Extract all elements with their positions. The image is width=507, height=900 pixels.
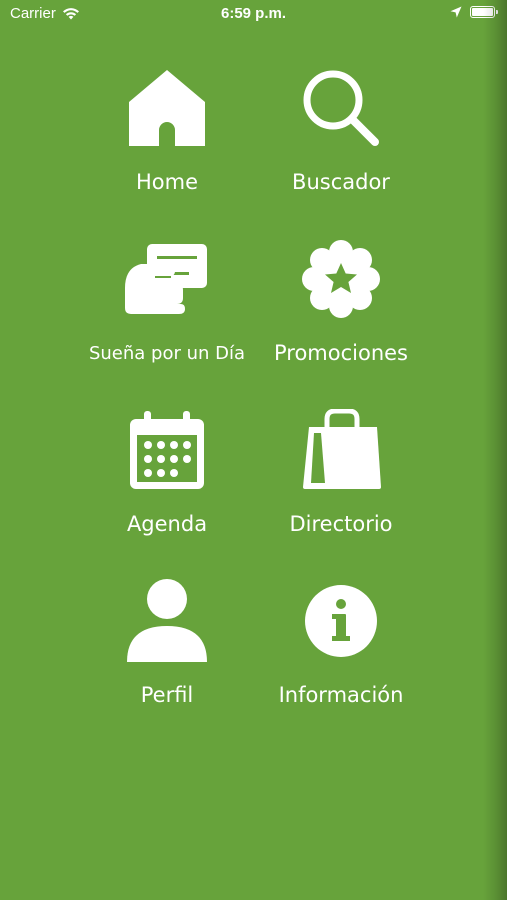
shopping-bag-icon [296, 402, 386, 498]
calendar-icon [122, 402, 212, 498]
menu-item-promociones[interactable]: Promociones [254, 231, 428, 402]
menu-item-buscador[interactable]: Buscador [254, 60, 428, 231]
menu-label-suena-por-un-dia: Sueña por un Día [88, 343, 246, 364]
menu-label-promociones: Promociones [273, 341, 409, 365]
location-arrow-icon [450, 6, 462, 18]
menu-label-agenda: Agenda [126, 512, 208, 536]
star-badge-icon [296, 231, 386, 327]
menu-grid: Home Buscador Sueña por un Día Promocion… [80, 60, 428, 744]
menu-label-directorio: Directorio [289, 512, 393, 536]
menu-item-suena-por-un-dia[interactable]: Sueña por un Día [80, 231, 254, 402]
menu-item-informacion[interactable]: Información [254, 573, 428, 744]
home-icon [122, 60, 212, 156]
battery-icon [470, 6, 498, 18]
menu-item-home[interactable]: Home [80, 60, 254, 231]
menu-label-buscador: Buscador [292, 170, 390, 194]
menu-label-home: Home [135, 170, 198, 194]
status-time: 6:59 p.m. [220, 5, 287, 22]
menu-label-perfil: Perfil [140, 683, 194, 707]
menu-label-informacion: Información [278, 683, 404, 707]
card-hand-icon [122, 231, 212, 327]
user-icon [122, 573, 212, 669]
status-bar: Carrier 6:59 p.m. [0, 0, 507, 30]
menu-item-directorio[interactable]: Directorio [254, 402, 428, 573]
search-icon [296, 60, 386, 156]
status-right [450, 6, 498, 18]
info-icon [296, 573, 386, 669]
edge-shadow [483, 0, 507, 900]
menu-item-agenda[interactable]: Agenda [80, 402, 254, 573]
menu-item-perfil[interactable]: Perfil [80, 573, 254, 744]
